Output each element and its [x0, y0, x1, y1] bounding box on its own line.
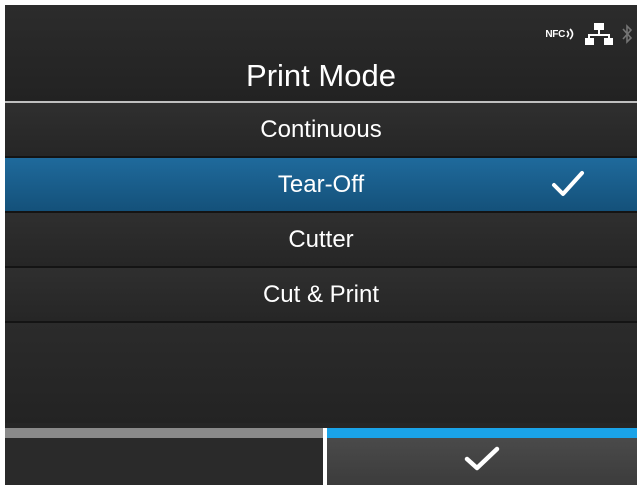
option-label: Tear-Off	[277, 171, 365, 198]
checkmark-icon	[551, 170, 585, 205]
soft-key-bar	[5, 428, 637, 485]
option-continuous[interactable]: Continuous	[5, 103, 637, 158]
option-cutter[interactable]: Cutter	[5, 213, 637, 268]
option-cut-and-print[interactable]: Cut & Print	[5, 268, 637, 323]
checkmark-icon	[462, 445, 502, 478]
left-soft-key[interactable]	[5, 428, 323, 485]
status-icons: NFC	[545, 19, 633, 49]
nfc-icon: NFC	[545, 22, 577, 46]
header: NFC Print Mode	[5, 5, 637, 103]
page-title: Print Mode	[246, 58, 396, 93]
option-label: Cut & Print	[262, 281, 380, 308]
option-tear-off[interactable]: Tear-Off	[5, 158, 637, 213]
option-list: Continuous Tear-Off Cutter Cut & Print	[5, 103, 637, 423]
bluetooth-icon	[621, 22, 633, 46]
confirm-button[interactable]	[327, 428, 637, 485]
list-empty-space	[5, 323, 637, 423]
network-icon	[585, 22, 613, 46]
option-label: Cutter	[288, 226, 354, 253]
nfc-label: NFC	[545, 28, 565, 40]
print-mode-screen: NFC Print Mode Continuous Tear-Off Cutte…	[5, 5, 637, 485]
option-label: Continuous	[260, 116, 382, 143]
